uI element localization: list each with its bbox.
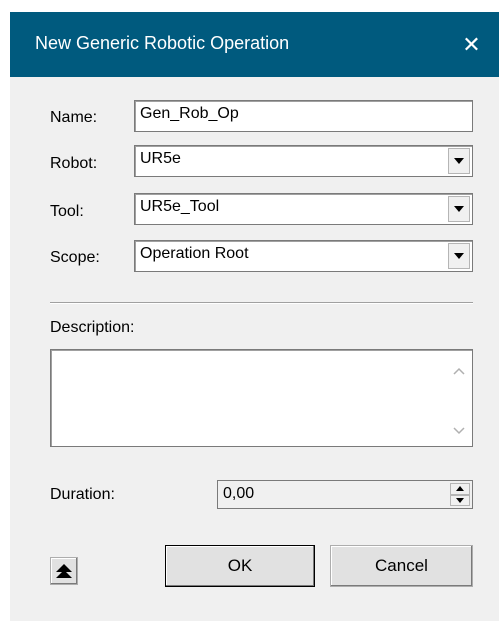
- tool-dropdown-arrow[interactable]: [448, 196, 470, 222]
- chevron-down-icon: [454, 253, 464, 259]
- close-button[interactable]: ✕: [444, 12, 499, 77]
- duration-value: 0,00: [223, 485, 255, 502]
- name-input-value: Gen_Rob_Op: [140, 105, 239, 122]
- scope-dropdown-arrow[interactable]: [448, 243, 470, 269]
- dialog-window: New Generic Robotic Operation ✕ Name: Ge…: [10, 12, 499, 621]
- chevron-down-icon: [453, 427, 465, 435]
- description-textarea[interactable]: [50, 349, 473, 447]
- robot-label: Robot:: [50, 155, 98, 172]
- collapse-button[interactable]: [50, 557, 78, 585]
- title-bar[interactable]: New Generic Robotic Operation ✕: [10, 12, 499, 77]
- duration-spinner[interactable]: 0,00: [217, 480, 473, 509]
- duration-label: Duration:: [50, 486, 115, 503]
- robot-dropdown[interactable]: UR5e: [134, 145, 473, 177]
- ok-button[interactable]: OK: [165, 545, 315, 587]
- tool-dropdown-value: UR5e_Tool: [140, 198, 220, 215]
- robot-dropdown-value: UR5e: [140, 150, 181, 167]
- ok-button-label: OK: [227, 556, 253, 575]
- section-divider: [50, 302, 473, 304]
- tool-label: Tool:: [50, 203, 84, 220]
- spin-up-icon: [456, 486, 464, 492]
- name-input[interactable]: Gen_Rob_Op: [134, 100, 473, 132]
- scope-label: Scope:: [50, 249, 100, 266]
- chevron-down-icon: [454, 206, 464, 212]
- spin-up-button[interactable]: [450, 483, 470, 495]
- name-label: Name:: [50, 109, 98, 126]
- duration-spin-buttons: [450, 483, 470, 506]
- robot-dropdown-arrow[interactable]: [448, 148, 470, 174]
- spin-down-icon: [456, 497, 464, 503]
- cancel-button[interactable]: Cancel: [330, 545, 473, 587]
- tool-dropdown[interactable]: UR5e_Tool: [134, 193, 473, 225]
- collapse-up-icon: [56, 564, 72, 578]
- scroll-down-button[interactable]: [452, 424, 466, 438]
- spin-down-button[interactable]: [450, 494, 470, 506]
- close-icon: ✕: [462, 31, 481, 57]
- scope-dropdown[interactable]: Operation Root: [134, 240, 473, 272]
- chevron-down-icon: [454, 158, 464, 164]
- description-label: Description:: [50, 319, 135, 336]
- cancel-button-label: Cancel: [375, 556, 428, 575]
- scope-dropdown-value: Operation Root: [140, 245, 249, 262]
- scroll-up-button[interactable]: [452, 364, 466, 378]
- chevron-up-icon: [453, 367, 465, 375]
- window-title: New Generic Robotic Operation: [35, 33, 290, 53]
